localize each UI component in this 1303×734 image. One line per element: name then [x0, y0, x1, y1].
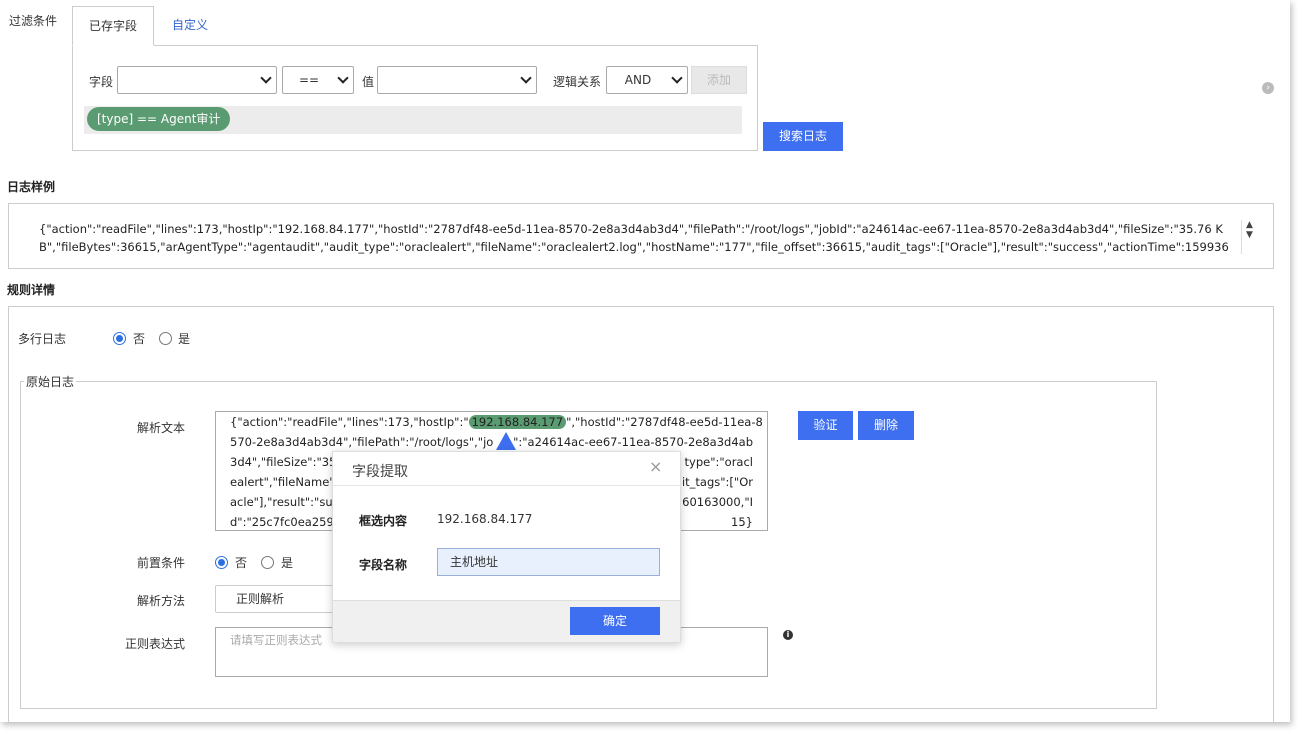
field-label: 字段 [89, 75, 114, 89]
parse-text-segment: acle"],"result":"suc [230, 495, 339, 509]
selected-content-label: 框选内容 [359, 514, 408, 528]
multiline-label: 多行日志 [18, 332, 67, 346]
chevron-right-icon[interactable]: › [1262, 82, 1274, 94]
precondition-label: 前置条件 [137, 556, 186, 570]
filter-panel [72, 45, 758, 151]
confirm-button[interactable]: 确定 [570, 607, 660, 635]
page: 过滤条件 已存字段 自定义 字段 == 值 逻辑关系 AND 添加 [type]… [0, 0, 1290, 722]
multiline-yes-label: 是 [178, 332, 191, 346]
field-name-label: 字段名称 [359, 558, 408, 572]
filter-label: 过滤条件 [9, 14, 58, 28]
raw-log-legend: 原始日志 [24, 373, 77, 390]
dialog-title: 字段提取 [352, 464, 408, 480]
logic-select[interactable]: AND [606, 66, 688, 94]
sample-title: 日志样例 [7, 180, 56, 194]
filter-tag[interactable]: [type] == Agent审计 [87, 107, 231, 131]
parse-text-line: {"action":"readFile","lines":173,"hostIp… [230, 412, 763, 432]
dialog-divider [333, 485, 680, 486]
dialog-footer: 确定 [333, 600, 680, 642]
operator-select[interactable]: == [282, 66, 354, 94]
value-label: 值 [362, 75, 375, 89]
chevron-down-icon [520, 72, 532, 84]
parse-text-line: 570-2e8a3d4ab3d4","filePath":"/root/logs… [230, 432, 753, 452]
tab-custom[interactable]: 自定义 [156, 6, 224, 46]
precondition-yes-radio[interactable] [261, 556, 274, 569]
parse-text-segment: ealert","fileName" [230, 475, 335, 489]
parse-text-segment: ","hostId":"2787df48-ee5d-11ea-8 [566, 415, 763, 429]
selection-pointer-icon [496, 432, 516, 450]
chevron-down-icon [337, 72, 349, 84]
parse-text-segment: 570-2e8a3d4ab3d4","filePath":"/root/logs… [230, 435, 494, 449]
parse-text-segment: it_tags":["Or [681, 475, 753, 489]
selected-highlight[interactable]: 192.168.84.177 [468, 415, 567, 429]
parse-text-segment: 3d4","fileSize":"35 [230, 455, 337, 469]
parse-text-segment: {"action":"readFile","lines":173,"hostIp… [230, 415, 469, 429]
field-extract-dialog: 字段提取 × 框选内容 192.168.84.177 字段名称 主机地址 确定 [332, 451, 681, 643]
scroll-spinner-icon[interactable]: ▲ ▼ [1241, 220, 1257, 254]
parse-text-label: 解析文本 [137, 421, 186, 435]
parse-text-segment: 60163000,"I [682, 495, 753, 509]
logic-label: 逻辑关系 [553, 75, 602, 89]
precondition-no-radio[interactable] [215, 556, 228, 569]
value-select[interactable] [377, 66, 537, 94]
verify-button[interactable]: 验证 [798, 411, 853, 440]
regex-label: 正则表达式 [125, 637, 186, 651]
field-name-input[interactable]: 主机地址 [437, 548, 660, 576]
field-select[interactable] [117, 66, 277, 94]
precondition-yes-label: 是 [281, 556, 294, 570]
multiline-yes-radio[interactable] [159, 332, 172, 345]
parse-text-segment: ":"a24614ac-ee67-11ea-8570-2e8a3d4ab [513, 435, 753, 449]
parse-method-label: 解析方法 [137, 594, 186, 608]
multiline-no-radio[interactable] [113, 332, 126, 345]
multiline-no-label: 否 [133, 332, 146, 346]
parse-text-segment: type":"oracl [684, 455, 753, 469]
tab-saved-fields[interactable]: 已存字段 [72, 6, 155, 46]
precondition-no-label: 否 [235, 556, 248, 570]
info-icon[interactable]: i [783, 630, 793, 640]
add-button[interactable]: 添加 [691, 66, 747, 94]
delete-button[interactable]: 删除 [858, 411, 914, 440]
sample-box: {"action":"readFile","lines":173,"hostIp… [8, 203, 1274, 269]
chevron-down-icon [671, 72, 683, 84]
close-icon[interactable]: × [649, 457, 662, 476]
sample-text: {"action":"readFile","lines":173,"hostIp… [39, 222, 1229, 254]
selected-content-value: 192.168.84.177 [437, 512, 533, 526]
chevron-down-icon [260, 72, 272, 84]
search-log-button[interactable]: 搜索日志 [763, 122, 843, 151]
parse-text-segment: 15} [731, 515, 753, 529]
parse-text-segment: d":"25c7fc0ea259 [230, 515, 334, 529]
rules-title: 规则详情 [7, 283, 56, 297]
parse-method-select[interactable]: 正则解析 [215, 585, 345, 613]
